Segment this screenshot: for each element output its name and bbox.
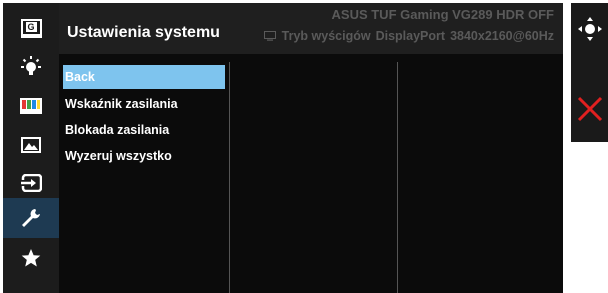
sidebar-item-input[interactable] xyxy=(3,164,59,202)
menu-item-back[interactable]: Back xyxy=(63,65,225,89)
status-line: Tryb wyścigów DisplayPort 3840x2160@60Hz xyxy=(263,29,554,43)
sidebar-item-system[interactable] xyxy=(3,198,59,238)
input-select-icon xyxy=(20,174,42,192)
status-resolution: 3840x2160@60Hz xyxy=(450,29,554,43)
g-icon-letter: G xyxy=(25,21,37,32)
sidebar-item-color[interactable] xyxy=(3,87,59,125)
wrench-icon xyxy=(22,209,40,227)
navigation-button[interactable] xyxy=(571,9,608,49)
bulb-icon xyxy=(21,56,41,75)
menu-area: Back Wskaźnik zasilania Blokada zasilani… xyxy=(59,54,563,293)
menu-item-reset-all[interactable]: Wyzeruj wszystko xyxy=(63,144,225,168)
close-icon xyxy=(577,96,602,122)
sidebar-item-gaming[interactable]: G xyxy=(3,9,59,47)
status-input: DisplayPort xyxy=(375,29,446,43)
gamevisual-g-icon: G xyxy=(20,18,42,38)
color-bars-icon xyxy=(20,98,42,114)
star-icon xyxy=(21,249,41,267)
image-icon xyxy=(21,137,41,153)
osd-header: Ustawienia systemu ASUS TUF Gaming VG289… xyxy=(59,3,563,54)
sidebar-item-image[interactable] xyxy=(3,126,59,164)
menu-item-power-indicator[interactable]: Wskaźnik zasilania xyxy=(63,92,225,116)
close-button[interactable] xyxy=(571,89,608,129)
monitor-icon xyxy=(263,31,276,41)
sidebar-item-favorite[interactable] xyxy=(3,239,59,277)
page-title: Ustawienia systemu xyxy=(67,24,220,41)
menu-item-power-lock[interactable]: Blokada zasilania xyxy=(63,118,225,142)
status-mode: Tryb wyścigów xyxy=(281,29,371,43)
monitor-model: ASUS TUF Gaming VG289 HDR OFF xyxy=(331,7,554,22)
navigation-joystick-icon xyxy=(577,17,602,41)
column-divider xyxy=(229,62,230,293)
column-divider xyxy=(397,62,398,293)
osd-window: G Ustawienia systemu ASUS TUF Gaming VG2… xyxy=(3,3,563,293)
sidebar-item-blue-light[interactable] xyxy=(3,48,59,86)
control-panel xyxy=(571,3,608,142)
sidebar: G xyxy=(3,3,59,293)
